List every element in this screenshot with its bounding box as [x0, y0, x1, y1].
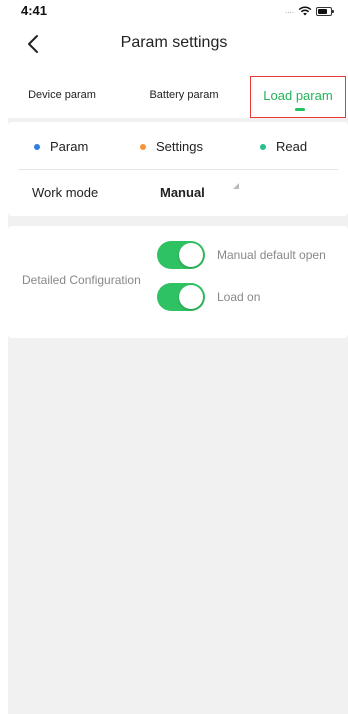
- detailed-config-card: Detailed Configuration Manual default op…: [8, 226, 348, 338]
- legend-label: Settings: [156, 139, 203, 154]
- manual-default-open-label: Manual default open: [217, 248, 326, 262]
- manual-default-open-toggle[interactable]: [157, 241, 205, 269]
- dot-icon: [140, 143, 146, 150]
- wifi-icon: [298, 6, 312, 16]
- status-icons: ....: [285, 6, 334, 16]
- tab-bar: Device param Battery param Load param: [0, 76, 348, 118]
- toggle-knob: [179, 285, 203, 309]
- active-tab-indicator: [295, 108, 305, 111]
- page-title: Param settings: [120, 34, 228, 51]
- work-mode-value[interactable]: Manual: [160, 185, 205, 200]
- tab-label: Load param: [263, 88, 333, 103]
- legend-label: Param: [50, 139, 89, 154]
- tab-battery-param[interactable]: Battery param: [136, 76, 232, 118]
- tab-label: Battery param: [149, 89, 219, 101]
- load-on-toggle[interactable]: [157, 283, 205, 311]
- legend-label: Read: [276, 139, 308, 154]
- toggle-knob: [179, 243, 203, 267]
- tab-device-param[interactable]: Device param: [14, 76, 110, 118]
- status-bar: 4:41 ....: [0, 0, 348, 26]
- legend-row: Param Settings Read: [18, 122, 338, 170]
- nav-bar: Param settings: [0, 26, 348, 62]
- work-mode-row[interactable]: Work mode Manual: [18, 170, 338, 214]
- load-on-label: Load on: [217, 290, 261, 304]
- detailed-config-label: Detailed Configuration: [22, 273, 141, 287]
- tab-load-param[interactable]: Load param: [250, 76, 346, 118]
- status-time: 4:41: [21, 3, 48, 18]
- legend-item-settings: Settings: [140, 139, 203, 154]
- param-card: Param Settings Read Work mode Manual: [8, 122, 348, 216]
- battery-icon: [316, 6, 334, 16]
- legend-item-read: Read: [260, 139, 307, 154]
- work-mode-label: Work mode: [32, 185, 99, 200]
- content-area: Param Settings Read Work mode Manual Det…: [8, 118, 348, 714]
- dot-icon: [34, 143, 40, 150]
- dropdown-caret-icon[interactable]: [232, 182, 240, 190]
- tab-label: Device param: [28, 89, 96, 101]
- signal-icon: ....: [285, 6, 294, 15]
- legend-item-param: Param: [34, 139, 88, 154]
- dot-icon: [260, 143, 266, 150]
